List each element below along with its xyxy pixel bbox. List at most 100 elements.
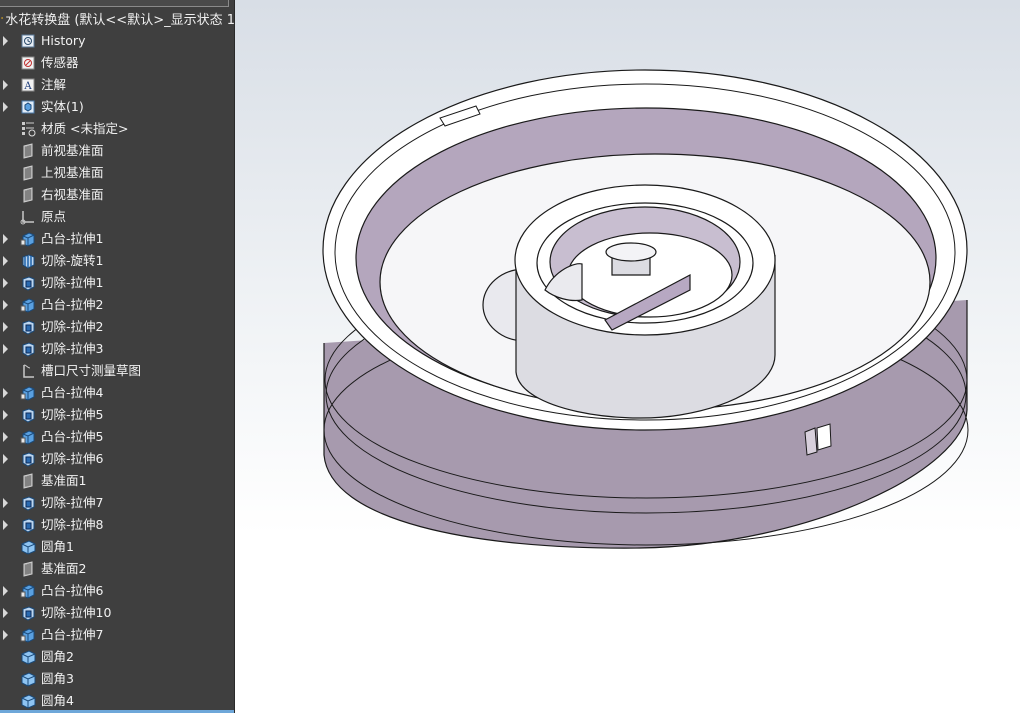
tree-item-label: 切除-拉伸10 [41, 605, 112, 620]
plane-icon [23, 187, 33, 203]
tree-item-7[interactable]: 上视基准面 [0, 162, 235, 184]
boss-extrude-icon [20, 430, 35, 445]
tree-item-24[interactable]: 圆角1 [0, 536, 235, 558]
tree-item-19[interactable]: 凸台-拉伸5 [0, 426, 235, 448]
boss-extrude-icon [20, 584, 35, 599]
tree-item-31[interactable]: 圆角4 [0, 690, 235, 712]
tree-item-3[interactable]: A 注解 [0, 74, 235, 96]
expand-arrow-icon[interactable] [3, 256, 8, 266]
boss-extrude-icon [20, 386, 35, 401]
tree-list: History 传感器 A 注解 实体(1) 材质 <未指定> 前视基准面上视基准面右视基准… [0, 30, 235, 712]
tree-item-14[interactable]: 切除-拉伸2 [0, 316, 235, 338]
material-icon [22, 122, 36, 137]
tree-item-28[interactable]: 凸台-拉伸7 [0, 624, 235, 646]
cut-extrude-icon [22, 518, 35, 533]
expand-arrow-icon[interactable] [3, 454, 8, 464]
tree-item-label: 上视基准面 [41, 165, 104, 180]
tree-item-8[interactable]: 右视基准面 [0, 184, 235, 206]
tree-item-10[interactable]: 凸台-拉伸1 [0, 228, 235, 250]
tree-item-2[interactable]: 传感器 [0, 52, 235, 74]
svg-text:A: A [23, 81, 32, 92]
tree-header-edge [0, 0, 229, 7]
tree-item-label: 前视基准面 [41, 143, 104, 158]
tree-item-1[interactable]: History [0, 30, 235, 52]
tree-item-13[interactable]: 凸台-拉伸2 [0, 294, 235, 316]
tree-item-15[interactable]: 切除-拉伸3 [0, 338, 235, 360]
expand-arrow-icon[interactable] [3, 432, 8, 442]
expand-arrow-icon[interactable] [3, 498, 8, 508]
expand-arrow-icon[interactable] [3, 80, 8, 90]
tree-item-label: 基准面1 [41, 473, 87, 488]
history-icon [21, 34, 35, 48]
tree-item-18[interactable]: 切除-拉伸5 [0, 404, 235, 426]
cut-extrude-icon [22, 408, 35, 423]
tree-item-23[interactable]: 切除-拉伸8 [0, 514, 235, 536]
expand-arrow-icon[interactable] [3, 630, 8, 640]
fillet-icon [21, 672, 36, 687]
tree-item-9[interactable]: 原点 [0, 206, 235, 228]
tree-item-label: 圆角2 [41, 649, 74, 664]
graphics-viewport[interactable] [235, 0, 1020, 713]
sketch-icon [23, 364, 34, 378]
tree-item-5[interactable]: 材质 <未指定> [0, 118, 235, 140]
tree-item-30[interactable]: 圆角3 [0, 668, 235, 690]
part-icon [1, 17, 3, 19]
cut-extrude-icon [22, 606, 35, 621]
plane-icon [23, 165, 33, 181]
feature-manager-tree: 水花转换盘 (默认<<默认>_显示状态 1 History 传感器 A 注解 实体(1)… [0, 0, 235, 713]
hub-key-top [605, 242, 657, 262]
tree-item-label: 传感器 [41, 55, 79, 70]
fillet-icon [21, 650, 36, 665]
boss-extrude-icon [20, 298, 35, 313]
tree-item-12[interactable]: 切除-拉伸1 [0, 272, 235, 294]
expand-arrow-icon[interactable] [3, 344, 8, 354]
tree-item-label: 切除-拉伸2 [41, 319, 104, 334]
model-3d-view[interactable] [235, 0, 1020, 713]
tree-item-25[interactable]: 基准面2 [0, 558, 235, 580]
tree-item-20[interactable]: 切除-拉伸6 [0, 448, 235, 470]
origin-icon [20, 211, 34, 225]
side-notch [804, 427, 818, 456]
tree-item-label: 凸台-拉伸4 [41, 385, 104, 400]
tree-root-label: 水花转换盘 (默认<<默认>_显示状态 1 [5, 12, 235, 28]
expand-arrow-icon[interactable] [3, 586, 8, 596]
tree-item-label: 材质 <未指定> [41, 121, 129, 136]
tree-item-17[interactable]: 凸台-拉伸4 [0, 382, 235, 404]
expand-arrow-icon[interactable] [3, 300, 8, 310]
fillet-icon [21, 694, 36, 709]
sensor-icon [21, 56, 35, 70]
tree-root-item[interactable]: 水花转换盘 (默认<<默认>_显示状态 1 [0, 7, 235, 29]
expand-arrow-icon[interactable] [3, 388, 8, 398]
tree-item-16[interactable]: 槽口尺寸测量草图 [0, 360, 235, 382]
boss-extrude-icon [20, 232, 35, 247]
tree-item-label: 切除-拉伸1 [41, 275, 104, 290]
tree-item-label: 切除-拉伸6 [41, 451, 104, 466]
tree-item-6[interactable]: 前视基准面 [0, 140, 235, 162]
tree-item-4[interactable]: 实体(1) [0, 96, 235, 118]
expand-arrow-icon[interactable] [3, 322, 8, 332]
expand-arrow-icon[interactable] [3, 102, 8, 112]
cut-extrude-icon [22, 452, 35, 467]
tree-item-29[interactable]: 圆角2 [0, 646, 235, 668]
tree-item-label: 凸台-拉伸1 [41, 231, 104, 246]
solid-bodies-icon [21, 100, 35, 114]
expand-arrow-icon[interactable] [3, 278, 8, 288]
tree-item-26[interactable]: 凸台-拉伸6 [0, 580, 235, 602]
tree-item-label: 切除-拉伸3 [41, 341, 104, 356]
expand-arrow-icon[interactable] [3, 410, 8, 420]
tree-item-label: 凸台-拉伸7 [41, 627, 104, 642]
boss-extrude-icon [20, 628, 35, 643]
tree-item-label: History [41, 33, 86, 48]
tree-item-label: 圆角3 [41, 671, 74, 686]
tree-item-label: 切除-拉伸8 [41, 517, 104, 532]
expand-arrow-icon[interactable] [3, 234, 8, 244]
expand-arrow-icon[interactable] [3, 608, 8, 618]
cut-revolve-icon [22, 254, 35, 269]
tree-item-label: 圆角4 [41, 693, 74, 708]
expand-arrow-icon[interactable] [3, 520, 8, 530]
tree-item-22[interactable]: 切除-拉伸7 [0, 492, 235, 514]
tree-item-21[interactable]: 基准面1 [0, 470, 235, 492]
tree-item-11[interactable]: 切除-旋转1 [0, 250, 235, 272]
tree-item-27[interactable]: 切除-拉伸10 [0, 602, 235, 624]
expand-arrow-icon[interactable] [3, 36, 8, 46]
